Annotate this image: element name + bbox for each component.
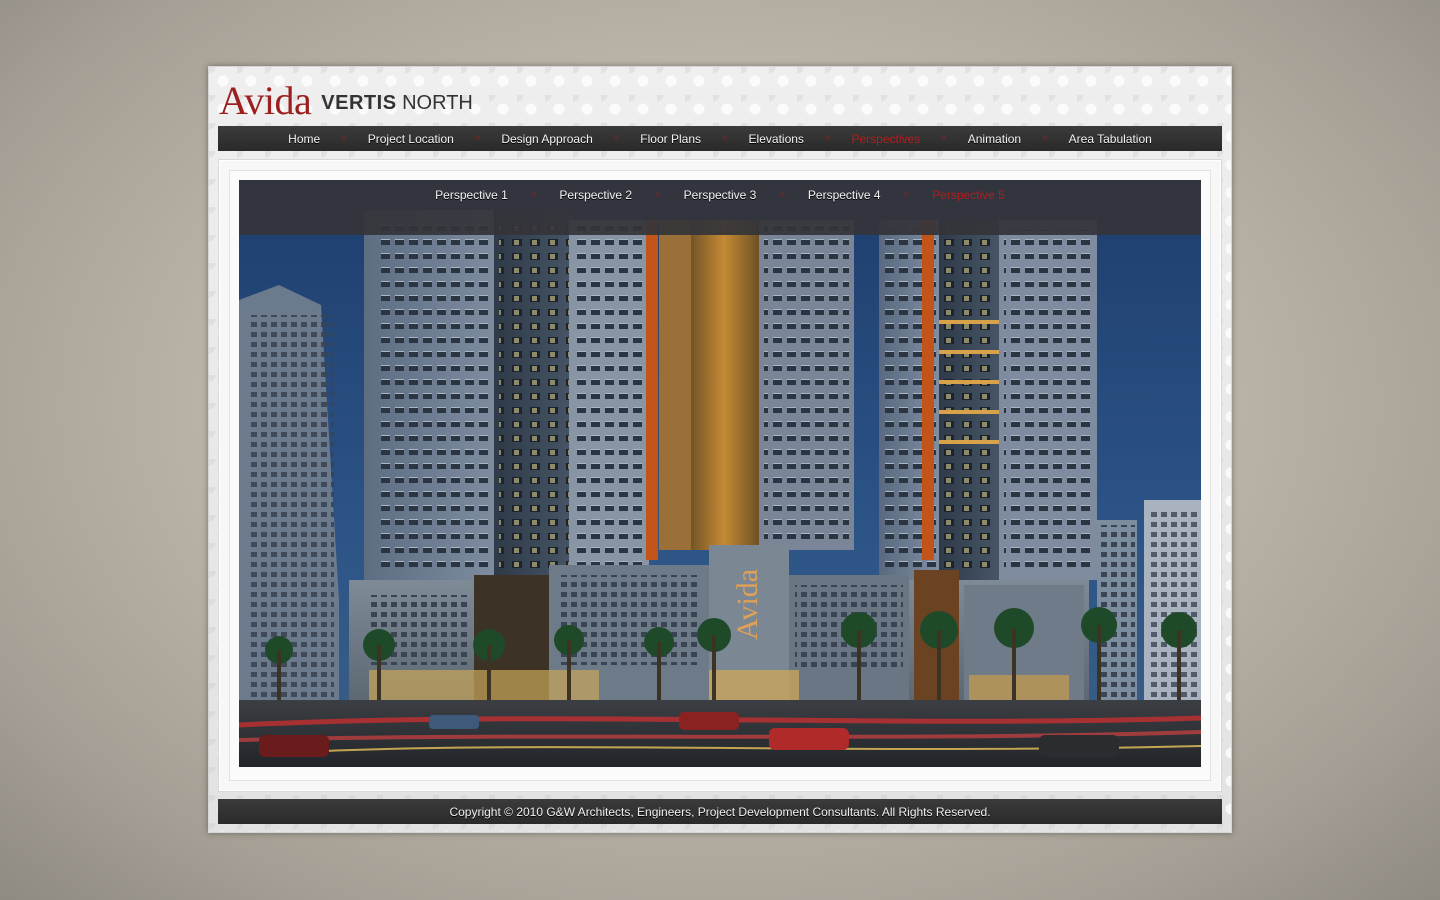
site-container: Avida VERTIS NORTH Home ✕ Project Locati… (208, 66, 1232, 833)
nav-design-approach[interactable]: Design Approach (501, 132, 592, 146)
x-separator-icon: ✕ (1041, 133, 1049, 143)
x-separator-icon: ✕ (940, 133, 948, 143)
x-separator-icon: ✕ (473, 133, 482, 143)
logo-vertis-north: VERTIS NORTH (321, 92, 473, 114)
subnav-perspective-5[interactable]: Perspective 5 (932, 187, 1005, 203)
logo-avida: Avida (219, 78, 312, 123)
main-nav: Home ✕ Project Location ✕ Design Approac… (218, 126, 1222, 151)
content-frame: Avida Perspective 1 ✕ Perspective 2 ✕ Pe… (218, 159, 1222, 792)
nav-elevations[interactable]: Elevations (749, 132, 804, 146)
x-separator-icon: ✕ (529, 190, 538, 200)
x-separator-icon: ✕ (721, 133, 729, 143)
building-signage: Avida (731, 569, 764, 640)
perspective-subnav: Perspective 1 ✕ Perspective 2 ✕ Perspect… (239, 180, 1201, 235)
site-logo[interactable]: Avida VERTIS NORTH (219, 75, 473, 123)
subnav-perspective-2[interactable]: Perspective 2 (559, 187, 632, 203)
x-separator-icon: ✕ (823, 133, 832, 143)
subnav-perspective-3[interactable]: Perspective 3 (684, 187, 757, 203)
nav-animation[interactable]: Animation (968, 132, 1021, 146)
perspective-viewer: Avida Perspective 1 ✕ Perspective 2 ✕ Pe… (239, 180, 1201, 767)
subnav-perspective-1[interactable]: Perspective 1 (435, 187, 508, 203)
nav-floor-plans[interactable]: Floor Plans (640, 132, 701, 146)
nav-perspectives[interactable]: Perspectives (851, 132, 920, 146)
nav-home[interactable]: Home (288, 132, 320, 146)
perspective-image: Avida (239, 180, 1201, 767)
logo-north: NORTH (402, 92, 473, 114)
copyright-text: Copyright © 2010 G&W Architects, Enginee… (449, 804, 991, 819)
x-separator-icon: ✕ (340, 133, 348, 143)
x-separator-icon: ✕ (612, 133, 621, 143)
x-separator-icon: ✕ (654, 190, 662, 200)
x-separator-icon: ✕ (778, 190, 786, 200)
logo-vertis: VERTIS (321, 92, 397, 114)
x-separator-icon: ✕ (902, 190, 911, 200)
nav-project-location[interactable]: Project Location (368, 132, 454, 146)
nav-area-tabulation[interactable]: Area Tabulation (1069, 132, 1152, 146)
subnav-perspective-4[interactable]: Perspective 4 (808, 187, 881, 203)
footer-bar: Copyright © 2010 G&W Architects, Enginee… (218, 799, 1222, 824)
